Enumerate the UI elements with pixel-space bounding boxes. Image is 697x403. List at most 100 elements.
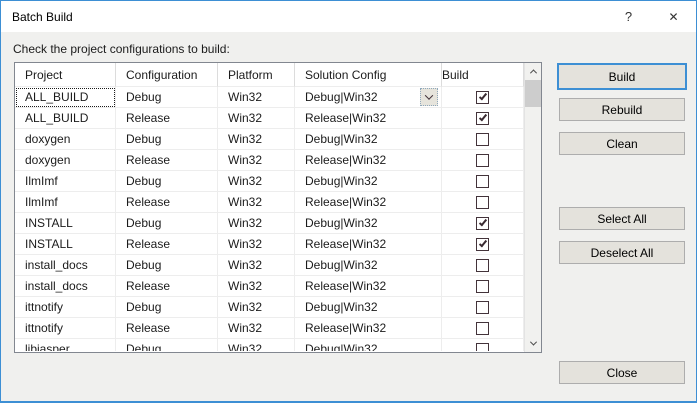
deselect-all-button[interactable]: Deselect All (559, 241, 685, 264)
configuration-cell[interactable]: Debug (116, 213, 218, 234)
table-row[interactable]: doxygen Debug Win32 Debug|Win32 (15, 129, 524, 150)
build-checkbox[interactable] (476, 259, 489, 272)
configuration-cell[interactable]: Release (116, 276, 218, 297)
project-cell[interactable]: INSTALL (15, 234, 116, 255)
platform-cell[interactable]: Win32 (218, 213, 295, 234)
column-header-build[interactable]: Build (442, 63, 524, 87)
platform-cell[interactable]: Win32 (218, 318, 295, 339)
configuration-cell[interactable]: Debug (116, 129, 218, 150)
build-checkbox[interactable] (476, 133, 489, 146)
table-row[interactable]: INSTALL Debug Win32 Debug|Win32 (15, 213, 524, 234)
scrollbar-up-button[interactable] (525, 63, 541, 80)
project-cell[interactable]: ittnotify (15, 297, 116, 318)
configuration-cell[interactable]: Debug (116, 87, 218, 108)
build-cell[interactable] (442, 108, 524, 129)
solution-config-cell[interactable]: Release|Win32 (295, 150, 442, 171)
table-row[interactable]: ALL_BUILD Release Win32 Release|Win32 (15, 108, 524, 129)
build-cell[interactable] (442, 234, 524, 255)
solution-config-cell[interactable]: Debug|Win32 (295, 213, 442, 234)
build-checkbox[interactable] (476, 301, 489, 314)
platform-cell[interactable]: Win32 (218, 234, 295, 255)
build-cell[interactable] (442, 213, 524, 234)
solution-config-cell[interactable]: Debug|Win32 (295, 129, 442, 150)
column-header-project[interactable]: Project (15, 63, 116, 87)
project-cell[interactable]: install_docs (15, 276, 116, 297)
table-row[interactable]: install_docs Release Win32 Release|Win32 (15, 276, 524, 297)
solution-config-cell[interactable]: Release|Win32 (295, 276, 442, 297)
project-cell[interactable]: doxygen (15, 129, 116, 150)
table-row[interactable]: libjasper Debug Win32 Debug|Win32 (15, 339, 524, 351)
column-header-configuration[interactable]: Configuration (116, 63, 218, 87)
build-checkbox[interactable] (476, 196, 489, 209)
scrollbar-thumb[interactable] (525, 80, 541, 107)
build-cell[interactable] (442, 276, 524, 297)
table-row[interactable]: install_docs Debug Win32 Debug|Win32 (15, 255, 524, 276)
close-icon[interactable]: ✕ (651, 1, 696, 32)
solution-config-cell[interactable]: Release|Win32 (295, 108, 442, 129)
platform-cell[interactable]: Win32 (218, 87, 295, 108)
column-header-platform[interactable]: Platform (218, 63, 295, 87)
table-row[interactable]: ittnotify Release Win32 Release|Win32 (15, 318, 524, 339)
configuration-cell[interactable]: Debug (116, 297, 218, 318)
configuration-cell[interactable]: Release (116, 108, 218, 129)
solution-config-cell[interactable]: Debug|Win32 (295, 297, 442, 318)
table-row[interactable]: ALL_BUILD Debug Win32 Debug|Win32 (15, 87, 524, 108)
solution-config-dropdown-button[interactable] (420, 88, 438, 106)
configuration-cell[interactable]: Release (116, 150, 218, 171)
build-checkbox[interactable] (476, 238, 489, 251)
build-cell[interactable] (442, 318, 524, 339)
build-checkbox[interactable] (476, 154, 489, 167)
build-checkbox[interactable] (476, 91, 489, 104)
configuration-cell[interactable]: Release (116, 192, 218, 213)
build-checkbox[interactable] (476, 175, 489, 188)
configuration-cell[interactable]: Release (116, 318, 218, 339)
platform-cell[interactable]: Win32 (218, 276, 295, 297)
table-row[interactable]: INSTALL Release Win32 Release|Win32 (15, 234, 524, 255)
build-cell[interactable] (442, 171, 524, 192)
build-cell[interactable] (442, 192, 524, 213)
build-cell[interactable] (442, 129, 524, 150)
project-cell[interactable]: ALL_BUILD (15, 87, 116, 108)
configuration-cell[interactable]: Release (116, 234, 218, 255)
platform-cell[interactable]: Win32 (218, 339, 295, 351)
solution-config-cell[interactable]: Debug|Win32 (295, 171, 442, 192)
build-cell[interactable] (442, 339, 524, 351)
build-cell[interactable] (442, 150, 524, 171)
project-cell[interactable]: ALL_BUILD (15, 108, 116, 129)
close-button[interactable]: Close (559, 361, 685, 384)
build-cell[interactable] (442, 255, 524, 276)
table-row[interactable]: IlmImf Debug Win32 Debug|Win32 (15, 171, 524, 192)
build-button[interactable]: Build (557, 63, 687, 90)
configuration-cell[interactable]: Debug (116, 339, 218, 351)
platform-cell[interactable]: Win32 (218, 108, 295, 129)
table-row[interactable]: ittnotify Debug Win32 Debug|Win32 (15, 297, 524, 318)
build-cell[interactable] (442, 297, 524, 318)
solution-config-cell[interactable]: Release|Win32 (295, 192, 442, 213)
help-icon[interactable]: ? (606, 1, 651, 32)
configuration-cell[interactable]: Debug (116, 255, 218, 276)
project-cell[interactable]: IlmImf (15, 171, 116, 192)
configuration-cell[interactable]: Debug (116, 171, 218, 192)
build-checkbox[interactable] (476, 217, 489, 230)
project-cell[interactable]: libjasper (15, 339, 116, 351)
solution-config-cell[interactable]: Debug|Win32 (295, 87, 442, 108)
scrollbar-down-button[interactable] (525, 335, 541, 352)
column-header-solution-config[interactable]: Solution Config (295, 63, 442, 87)
build-checkbox[interactable] (476, 280, 489, 293)
select-all-button[interactable]: Select All (559, 207, 685, 230)
table-row[interactable]: doxygen Release Win32 Release|Win32 (15, 150, 524, 171)
project-cell[interactable]: doxygen (15, 150, 116, 171)
solution-config-cell[interactable]: Debug|Win32 (295, 255, 442, 276)
build-checkbox[interactable] (476, 343, 489, 352)
rebuild-button[interactable]: Rebuild (559, 98, 685, 121)
platform-cell[interactable]: Win32 (218, 255, 295, 276)
project-cell[interactable]: INSTALL (15, 213, 116, 234)
solution-config-cell[interactable]: Release|Win32 (295, 318, 442, 339)
build-checkbox[interactable] (476, 112, 489, 125)
vertical-scrollbar[interactable] (524, 63, 541, 352)
scrollbar-track[interactable] (525, 107, 541, 335)
platform-cell[interactable]: Win32 (218, 150, 295, 171)
project-cell[interactable]: install_docs (15, 255, 116, 276)
platform-cell[interactable]: Win32 (218, 297, 295, 318)
platform-cell[interactable]: Win32 (218, 129, 295, 150)
